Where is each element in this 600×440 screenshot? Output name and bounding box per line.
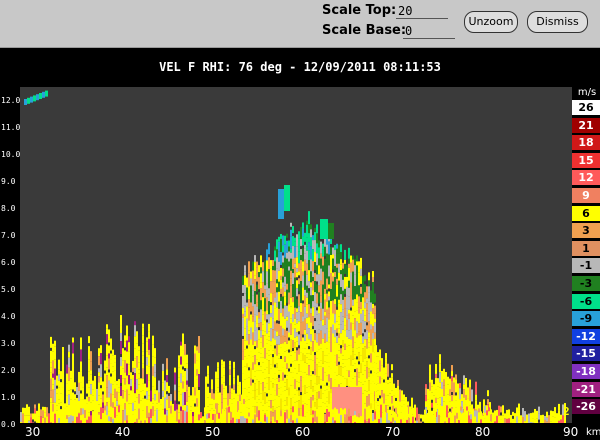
x-tick-label: 80 [475,425,491,439]
x-tick-label: 40 [115,425,131,439]
legend-entry: 15 [572,152,600,168]
radar-plot-area[interactable] [20,87,572,436]
legend-entry: -3 [572,276,600,291]
scale-top-label: Scale Top: [322,3,397,18]
x-axis-unit: km [586,427,600,438]
y-tick-label: 6.0 [1,258,16,267]
legend-entry: -9 [572,311,600,327]
x-tick-label: 90 [563,425,579,439]
toolbar: Scale Top: Scale Base: Unzoom Dismiss [0,0,600,48]
radar-rhi-image [20,90,566,436]
legend-entry: -26 [572,399,600,415]
legend-entry: -18 [572,364,600,379]
legend-entry: 26 [572,100,600,115]
legend-entry: 3 [572,223,600,239]
legend-entry: 12 [572,170,600,186]
y-tick-label: 2.0 [1,366,16,375]
legend-entry: -12 [572,328,600,344]
y-tick-label: 0.0 [1,420,16,429]
legend-entry: 1 [572,240,600,256]
legend-unit: m/s [577,87,597,98]
y-tick-label: 5.0 [1,285,16,294]
x-tick-label: 70 [385,425,401,439]
unzoom-button[interactable]: Unzoom [464,11,518,33]
y-tick-label: 1.0 [1,393,16,402]
x-tick-label: 60 [295,425,311,439]
y-tick-label: 9.0 [1,177,16,186]
y-tick-label: 8.0 [1,204,16,213]
y-tick-label: 10.0 [1,150,21,159]
x-tick-label: 30 [25,425,41,439]
y-tick-label: 12.0 [1,96,21,105]
legend-entry: 9 [572,188,600,203]
legend-entry: 6 [572,205,600,221]
y-tick-label: 7.0 [1,231,16,240]
y-tick-label: 4.0 [1,312,16,321]
legend-entry: -21 [572,381,600,397]
legend-entry: 18 [572,135,600,151]
legend-entry: -15 [572,346,600,362]
legend-entry: 21 [572,117,600,133]
y-tick-label: 3.0 [1,339,16,348]
scale-base-label: Scale Base: [322,23,407,38]
scale-base-input[interactable] [403,24,455,39]
legend-entry: -6 [572,293,600,309]
legend-entry: -1 [572,258,600,274]
corner-value: 2 [563,405,570,418]
x-tick-label: 50 [205,425,221,439]
dismiss-button[interactable]: Dismiss [527,11,588,33]
y-tick-label: 11.0 [1,123,21,132]
plot-title: VEL F RHI: 76 deg - 12/09/2011 08:11:53 [159,60,441,74]
scale-top-input[interactable] [396,4,448,19]
